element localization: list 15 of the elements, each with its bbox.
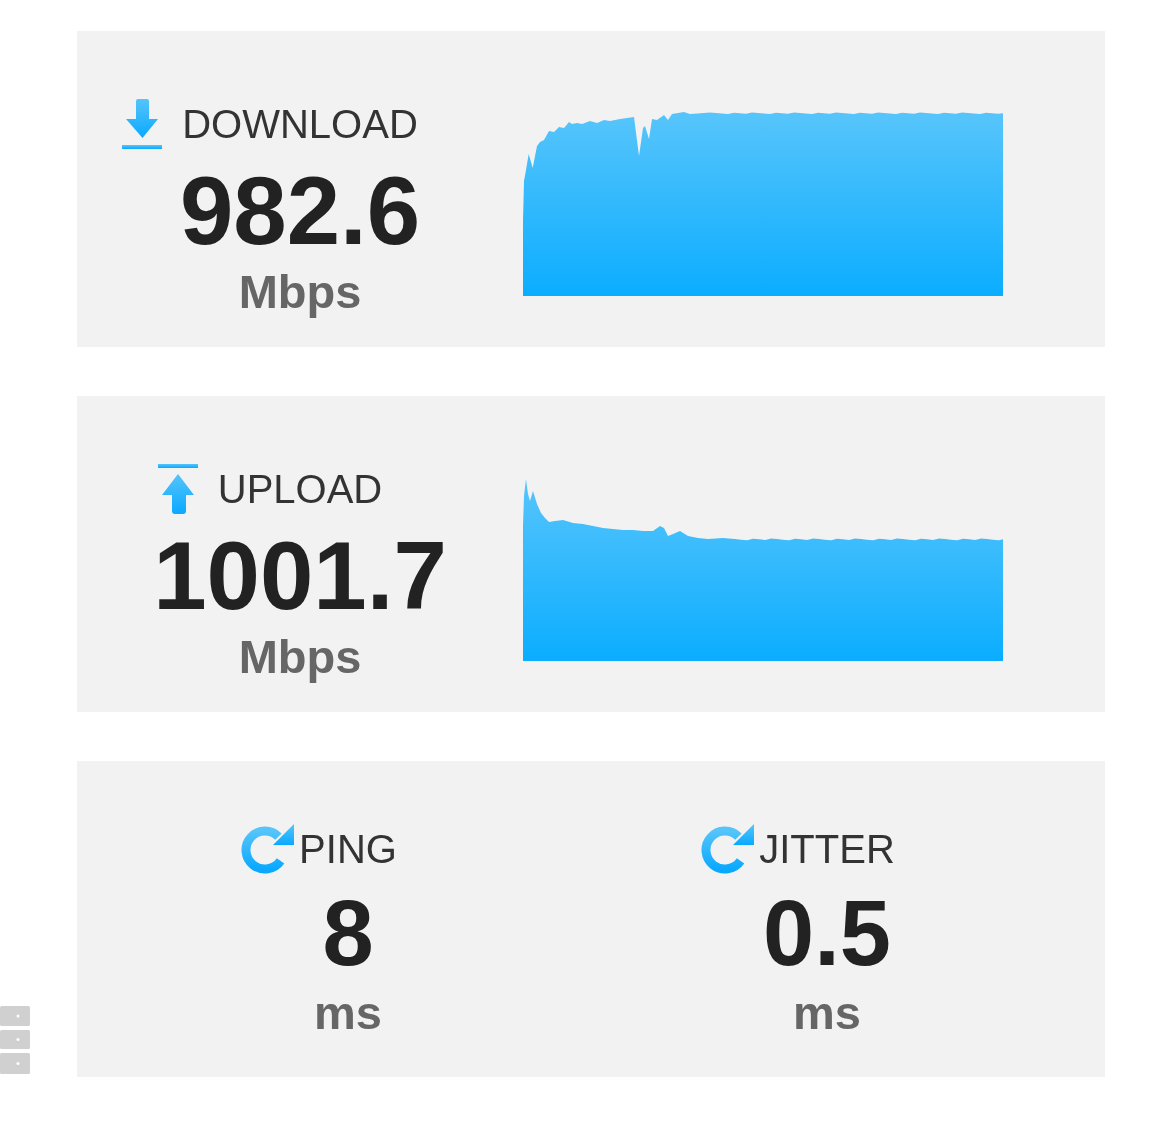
unit-label: ms [314, 989, 382, 1036]
metric-label: JITTER [759, 829, 895, 869]
metric-label: UPLOAD [217, 469, 383, 509]
metric-value: 1001.7 [153, 528, 447, 624]
metric-value: 8 [322, 887, 374, 979]
metric-label: PING [299, 829, 397, 869]
metric-value: 0.5 [763, 887, 891, 979]
metric-value: 982.6 [179, 163, 421, 259]
download-icon [122, 99, 163, 149]
refresh-icon [241, 823, 295, 875]
upload-icon [157, 464, 198, 514]
metric-label: DOWNLOAD [182, 104, 418, 144]
server-icon [0, 1006, 30, 1074]
refresh-icon [701, 823, 755, 875]
unit-label: ms [793, 989, 861, 1036]
